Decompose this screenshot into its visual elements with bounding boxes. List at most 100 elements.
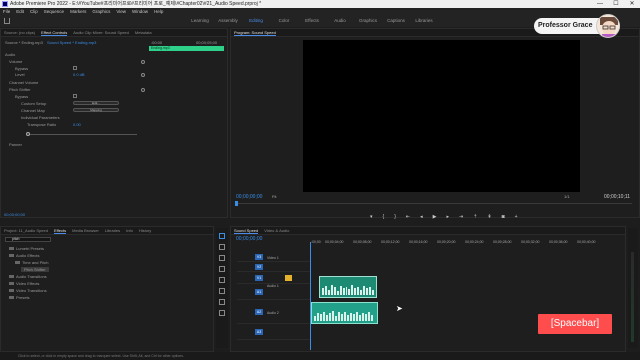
- ec-level-value[interactable]: 0.0 dB: [73, 72, 85, 77]
- reset-level-icon[interactable]: [141, 73, 145, 77]
- program-ratio[interactable]: 1/1: [564, 194, 570, 199]
- pitch-bypass-checkbox[interactable]: [73, 94, 77, 98]
- play-icon[interactable]: ▶: [433, 214, 437, 220]
- selection-tool-icon[interactable]: [219, 233, 225, 239]
- workspace-editing[interactable]: Editing: [242, 15, 270, 27]
- timeline-playhead[interactable]: [310, 242, 311, 350]
- menu-graphics[interactable]: Graphics: [92, 9, 110, 14]
- track-label-v2[interactable]: V2: [255, 264, 263, 270]
- workspace-assembly[interactable]: Assembly: [214, 15, 242, 27]
- tab-effect-controls[interactable]: Effect Controls: [41, 30, 68, 36]
- menu-view[interactable]: View: [116, 9, 126, 14]
- mark-out-icon[interactable]: }: [394, 214, 396, 220]
- reset-volume-icon[interactable]: [141, 60, 145, 64]
- tree-pitch-shifter[interactable]: Pitch Shifter: [21, 267, 49, 272]
- button-editor-icon[interactable]: +: [515, 214, 518, 220]
- tab-metadata[interactable]: Metadata: [135, 30, 152, 35]
- close-button[interactable]: ✕: [624, 0, 640, 8]
- tree-video-transitions[interactable]: Video Transitions: [9, 288, 47, 293]
- workspace-captions[interactable]: Captions: [382, 15, 410, 27]
- track-header-a1[interactable]: A1 Audio 1: [237, 284, 310, 300]
- menu-edit[interactable]: Edit: [16, 9, 24, 14]
- tab-sound-speed[interactable]: Sound Speed: [234, 228, 259, 234]
- channel-map-button[interactable]: Mapping: [73, 108, 119, 112]
- workspace-effects[interactable]: Effects: [298, 15, 326, 27]
- ec-sequence-label[interactable]: Sound Speed * Ending.mp3: [47, 40, 96, 45]
- go-to-out-icon[interactable]: ⇥: [459, 214, 463, 220]
- step-forward-icon[interactable]: ▸: [446, 214, 449, 220]
- track-label-v3[interactable]: V3: [255, 254, 263, 260]
- menu-file[interactable]: File: [3, 9, 10, 14]
- track-select-tool-icon[interactable]: [219, 244, 225, 250]
- ec-panner[interactable]: Panner: [9, 142, 22, 147]
- tab-program[interactable]: Program: Sound Speed: [234, 30, 276, 36]
- tree-audio-effects[interactable]: Audio Effects: [9, 253, 40, 258]
- ec-channel-volume[interactable]: Channel Volume: [9, 80, 38, 85]
- mark-in-icon[interactable]: {: [383, 214, 385, 220]
- audio-clip-a1[interactable]: [319, 276, 377, 298]
- transpose-slider[interactable]: [27, 134, 137, 135]
- workspace-audio[interactable]: Audio: [326, 15, 354, 27]
- maximize-button[interactable]: ☐: [608, 0, 624, 8]
- tree-video-effects[interactable]: Video Effects: [9, 281, 39, 286]
- tab-info[interactable]: Info: [126, 228, 133, 233]
- program-scrub-bar[interactable]: [236, 203, 632, 204]
- ripple-edit-tool-icon[interactable]: [219, 255, 225, 261]
- tab-effects[interactable]: Effects: [53, 228, 67, 234]
- effects-search-input[interactable]: pitch: [5, 237, 51, 242]
- tab-source[interactable]: Source: (no clips): [4, 30, 35, 35]
- menu-sequence[interactable]: Sequence: [44, 9, 64, 14]
- tree-audio-transitions[interactable]: Audio Transitions: [9, 274, 47, 279]
- type-tool-icon[interactable]: [219, 310, 225, 316]
- razor-tool-icon[interactable]: [219, 266, 225, 272]
- tree-time-and-pitch[interactable]: Time and Pitch: [15, 260, 49, 265]
- menu-clip[interactable]: Clip: [30, 9, 38, 14]
- track-label-color[interactable]: [285, 275, 292, 281]
- tab-libraries[interactable]: Libraries: [105, 228, 120, 233]
- hand-tool-icon[interactable]: [219, 299, 225, 305]
- track-label-a1[interactable]: A1: [255, 289, 263, 295]
- step-back-icon[interactable]: ◂: [420, 214, 423, 220]
- tree-presets[interactable]: Presets: [9, 295, 30, 300]
- track-label-v1[interactable]: V1: [255, 275, 263, 281]
- ec-volume[interactable]: Volume: [9, 59, 22, 64]
- tab-history[interactable]: History: [139, 228, 151, 233]
- extract-icon[interactable]: ⇞: [487, 214, 491, 220]
- workspace-libraries[interactable]: Libraries: [410, 15, 438, 27]
- home-icon[interactable]: [4, 18, 10, 24]
- edit-button[interactable]: Edit...: [73, 101, 119, 105]
- track-header-v2[interactable]: V2 Video 1: [237, 256, 310, 272]
- bypass-checkbox[interactable]: [73, 66, 77, 70]
- ec-timecode[interactable]: 00;00;00;00: [4, 212, 25, 217]
- menu-markers[interactable]: Markers: [70, 9, 86, 14]
- tab-audio-clip-mixer[interactable]: Audio Clip Mixer: Sound Speed: [73, 30, 129, 35]
- track-header-a3[interactable]: A3: [237, 324, 310, 340]
- timeline-ruler[interactable]: :00;00 00;00;04;00 00;00;08;00 00;00;12;…: [311, 240, 616, 248]
- workspace-color[interactable]: Color: [270, 15, 298, 27]
- pen-tool-icon[interactable]: [219, 288, 225, 294]
- program-playhead[interactable]: [235, 201, 238, 206]
- track-header-v1[interactable]: V1: [237, 272, 310, 284]
- lift-icon[interactable]: ⇡: [473, 214, 477, 220]
- workspace-graphics[interactable]: Graphics: [354, 15, 382, 27]
- tab-project[interactable]: Project: 11_Audio Speed: [4, 228, 48, 233]
- ec-clip-bar[interactable]: Ending.mp3: [149, 46, 224, 51]
- workspace-learning[interactable]: Learning: [186, 15, 214, 27]
- slip-tool-icon[interactable]: [219, 277, 225, 283]
- program-timecode[interactable]: 00;00;00;00: [236, 194, 262, 200]
- program-video-screen[interactable]: [303, 40, 580, 192]
- ec-source-label[interactable]: Source * Ending.mp3: [5, 40, 43, 45]
- ec-transpose-value[interactable]: 0.00: [73, 122, 81, 127]
- menu-window[interactable]: Window: [132, 9, 148, 14]
- add-marker-icon[interactable]: ▾: [370, 214, 373, 220]
- program-fit[interactable]: Fit: [272, 194, 276, 199]
- timeline-timecode[interactable]: 00;00;00;00: [236, 236, 262, 242]
- tab-video-audio[interactable]: Video & Audio: [264, 228, 289, 233]
- audio-clip-a2[interactable]: [311, 302, 378, 324]
- track-label-a2[interactable]: A2: [255, 309, 263, 315]
- tab-media-browser[interactable]: Media Browser: [72, 228, 99, 233]
- menu-help[interactable]: Help: [154, 9, 163, 14]
- ec-pitch-shifter[interactable]: Pitch Shifter: [9, 87, 31, 92]
- track-label-a3[interactable]: A3: [255, 329, 263, 335]
- export-frame-icon[interactable]: ◙: [502, 214, 505, 220]
